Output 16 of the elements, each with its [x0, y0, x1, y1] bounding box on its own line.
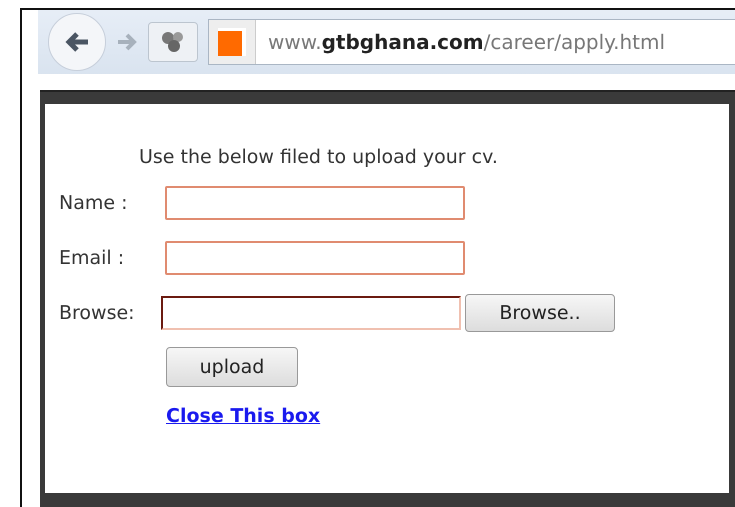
input-field[interactable]	[165, 241, 465, 275]
url-text: www.gtbghana.com/career/apply.html	[268, 30, 666, 54]
input-field[interactable]	[165, 186, 465, 220]
close-link[interactable]: Close This box	[166, 405, 320, 427]
file-path-field[interactable]	[161, 296, 461, 330]
dialog-heading: Use the below filed to upload your cv.	[139, 146, 499, 168]
circles-icon	[160, 29, 186, 55]
field-label: Browse:	[58, 302, 136, 324]
address-bar[interactable]: www.gtbghana.com/career/apply.html	[208, 19, 735, 65]
site-icon	[209, 20, 256, 64]
extension-button[interactable]	[148, 22, 198, 62]
field-label: Email :	[58, 247, 126, 269]
back-icon	[64, 30, 90, 54]
field-label: Name :	[58, 192, 128, 214]
browse-button[interactable]: Browse..	[465, 294, 615, 332]
upload-button[interactable]: upload	[166, 347, 298, 387]
